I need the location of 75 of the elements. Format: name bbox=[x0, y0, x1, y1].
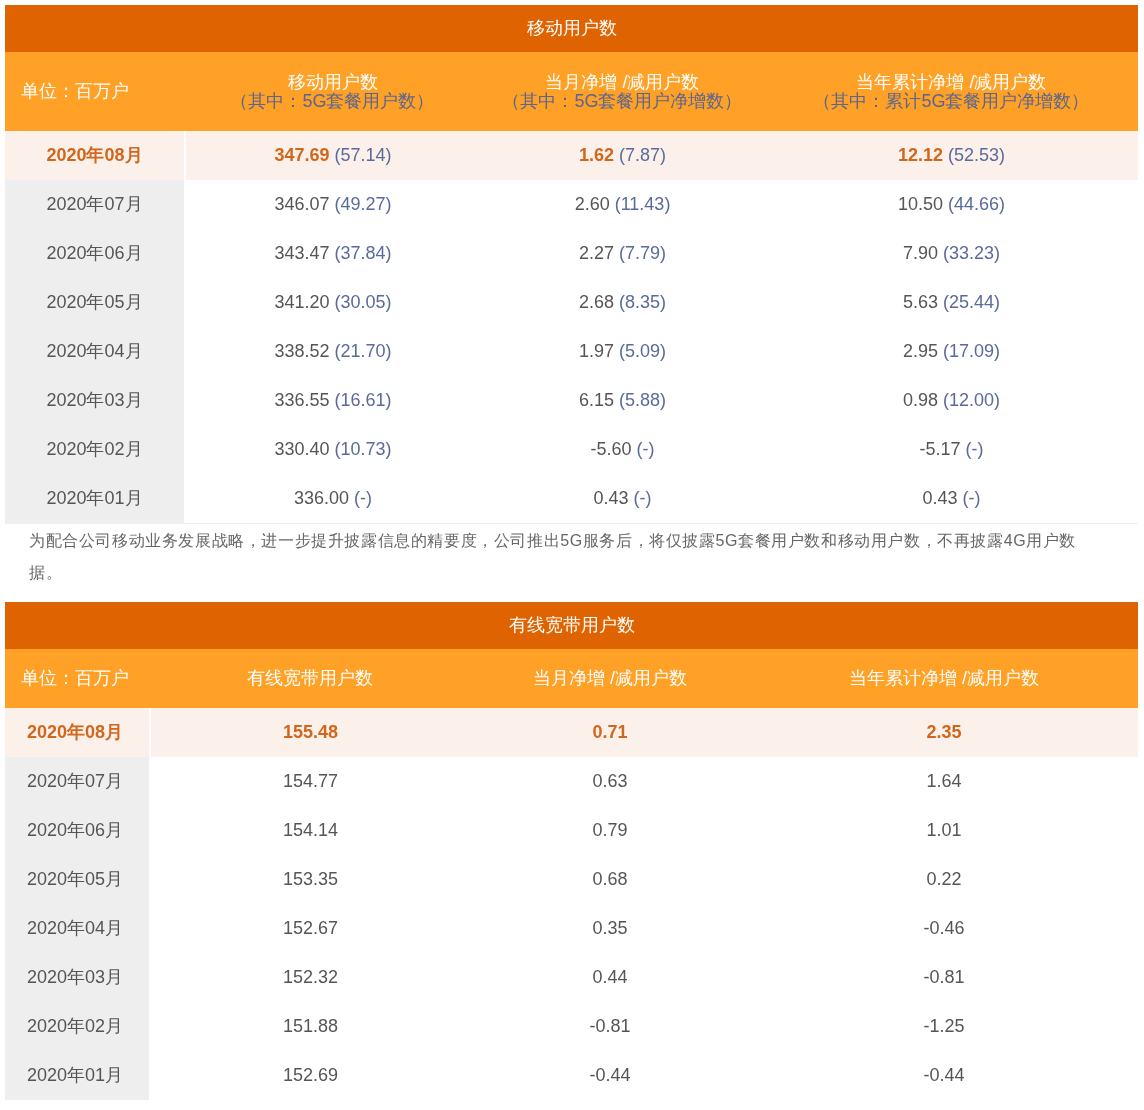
table-cell-text: 5.63 (25.44) bbox=[901, 291, 1002, 314]
table-cell-text: 343.47 (37.84) bbox=[273, 242, 393, 265]
month-cell: 2020年05月 bbox=[5, 855, 150, 904]
table-cell-text: 0.44 bbox=[591, 966, 629, 989]
table-cell-text: -5.17 (-) bbox=[918, 438, 985, 461]
table-cell-text: 154.14 bbox=[281, 819, 340, 842]
month-cell: 2020年06月 bbox=[5, 229, 185, 278]
column-header: 当月净增 /减用户数 bbox=[470, 649, 750, 708]
footnote-text: 为配合公司移动业务发展战略，进一步提升披露信息的精要度，公司推出5G服务后，将仅披露5G套餐用户数和移动用户数，不再披露4G用户数据。 bbox=[28, 531, 1078, 583]
table-cell-text: -1.25 bbox=[922, 1015, 966, 1038]
month-cell: 2020年06月 bbox=[5, 806, 150, 855]
table-cell-text: 1.01 bbox=[925, 819, 963, 842]
table-cell-text: 152.32 bbox=[281, 966, 340, 989]
month-cell: 2020年02月 bbox=[5, 425, 185, 474]
column-header: 移动用户数 （其中：5G套餐用户数） bbox=[185, 52, 480, 131]
table-cell: 10.50 (44.66) bbox=[765, 180, 1138, 229]
table-cell: 347.69 (57.14) bbox=[185, 131, 480, 180]
table-cell: 346.07 (49.27) bbox=[185, 180, 480, 229]
table-cell: 1.62 (7.87) bbox=[480, 131, 765, 180]
table-cell-text: -0.44 bbox=[922, 1064, 966, 1087]
table-cell-text: 338.52 (21.70) bbox=[273, 340, 393, 363]
month-cell: 2020年04月 bbox=[5, 904, 150, 953]
table-cell-text: 341.20 (30.05) bbox=[273, 291, 393, 314]
table-cell: 2.35 bbox=[750, 708, 1138, 757]
column-header: 单位：百万户 bbox=[5, 52, 185, 131]
table-cell-text: 2.27 (7.79) bbox=[577, 242, 668, 265]
table-cell: 0.71 bbox=[470, 708, 750, 757]
table-cell-text: 1.97 (5.09) bbox=[577, 340, 668, 363]
month-cell: 2020年05月 bbox=[5, 278, 185, 327]
month-cell: 2020年02月 bbox=[5, 1002, 150, 1051]
table-cell-text: 2.68 (8.35) bbox=[577, 291, 668, 314]
table-cell-text: 152.67 bbox=[281, 917, 340, 940]
table-cell-text: 0.79 bbox=[591, 819, 629, 842]
table-cell-text: 151.88 bbox=[281, 1015, 340, 1038]
table-cell-text: 153.35 bbox=[281, 868, 340, 891]
table-cell-text: 0.98 (12.00) bbox=[901, 389, 1002, 412]
table-cell-text: 330.40 (10.73) bbox=[273, 438, 393, 461]
table-cell-text: 2.95 (17.09) bbox=[901, 340, 1002, 363]
month-cell: 2020年07月 bbox=[5, 180, 185, 229]
table-cell: 0.63 bbox=[470, 757, 750, 806]
month-cell: 2020年04月 bbox=[5, 327, 185, 376]
column-header: 单位：百万户 bbox=[5, 649, 150, 708]
column-header: 当年累计净增 /减用户数 bbox=[750, 649, 1138, 708]
table-cell-text: 336.55 (16.61) bbox=[273, 389, 393, 412]
table-cell-text: 0.43 (-) bbox=[921, 487, 982, 510]
month-cell: 2020年07月 bbox=[5, 757, 150, 806]
table-cell-text: -5.60 (-) bbox=[589, 438, 656, 461]
table-cell: 1.64 bbox=[750, 757, 1138, 806]
table-cell-text: 7.90 (33.23) bbox=[901, 242, 1002, 265]
table-cell-text: 152.69 bbox=[281, 1064, 340, 1087]
table-title: 移动用户数 bbox=[5, 5, 1138, 52]
table-cell-text: 6.15 (5.88) bbox=[577, 389, 668, 412]
table-cell-text: -0.81 bbox=[588, 1015, 632, 1038]
table-cell-text: -0.46 bbox=[922, 917, 966, 940]
month-cell: 2020年01月 bbox=[5, 474, 185, 523]
month-cell: 2020年01月 bbox=[5, 1051, 150, 1100]
month-cell: 2020年08月 bbox=[5, 131, 185, 180]
table-title: 有线宽带用户数 bbox=[5, 602, 1138, 649]
table-cell-text: 336.00 (-) bbox=[292, 487, 373, 510]
column-header: 当年累计净增 /减用户数 （其中：累计5G套餐用户净增数） bbox=[765, 52, 1138, 131]
table-cell: 155.48 bbox=[150, 708, 470, 757]
month-cell: 2020年03月 bbox=[5, 953, 150, 1002]
column-header: 有线宽带用户数 bbox=[150, 649, 470, 708]
table-cell-text: -0.81 bbox=[922, 966, 966, 989]
table-cell-text: 0.43 (-) bbox=[592, 487, 653, 510]
month-cell: 2020年08月 bbox=[5, 708, 150, 757]
table-cell-text: 0.68 bbox=[591, 868, 629, 891]
table-cell: 154.77 bbox=[150, 757, 470, 806]
table-cell: 12.12 (52.53) bbox=[765, 131, 1138, 180]
table-cell-text: -0.44 bbox=[588, 1064, 632, 1087]
column-header: 当月净增 /减用户数 （其中：5G套餐用户净增数） bbox=[480, 52, 765, 131]
table-cell-text: 0.22 bbox=[925, 868, 963, 891]
month-cell: 2020年03月 bbox=[5, 376, 185, 425]
table-cell-text: 0.35 bbox=[591, 917, 629, 940]
table-cell: 2.60 (11.43) bbox=[480, 180, 765, 229]
